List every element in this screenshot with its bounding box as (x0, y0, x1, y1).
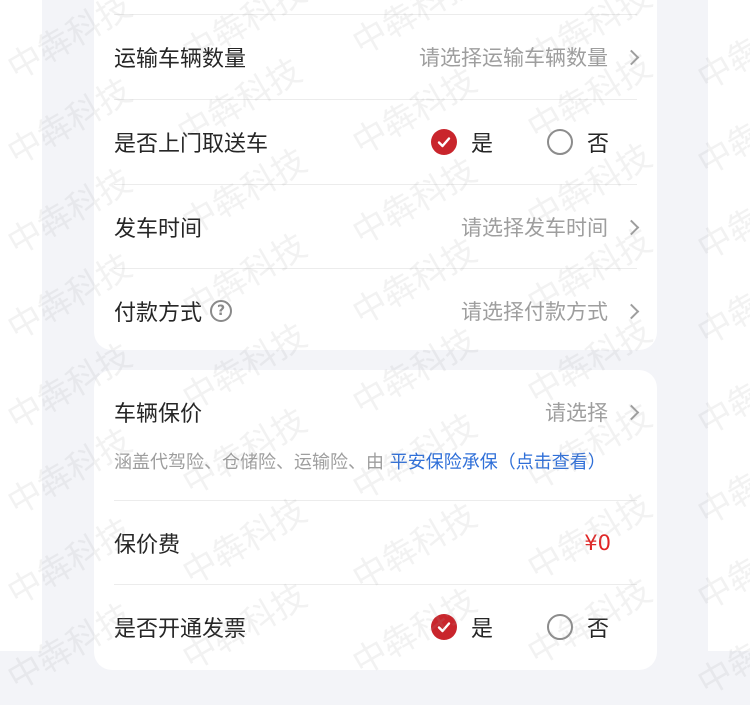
insurance-fee-label: 保价费 (114, 533, 181, 558)
door-pickup-label: 是否上门取送车 (114, 132, 269, 157)
vehicle-count-row[interactable]: 运输车辆数量 请选择运输车辆数量 (114, 15, 640, 99)
vehicle-insurance-placeholder: 请选择 (545, 401, 608, 425)
insurance-note: 涵盖代驾险、仓储险、运输险、由 平安保险承保（点击查看） (114, 448, 606, 474)
vehicle-insurance-row[interactable]: 车辆保价 请选择 (114, 370, 640, 454)
invoice-no-radio[interactable]: 否 (546, 611, 609, 643)
vehicle-count-picker[interactable]: 请选择运输车辆数量 (419, 42, 640, 72)
vehicle-insurance-label: 车辆保价 (114, 402, 203, 427)
empty-circle-icon (546, 614, 573, 640)
transport-options-card: 运输车辆数量 请选择运输车辆数量 是否上门取送车 是 否 发车时间 请选择发车时… (94, 0, 657, 350)
invoice-row: 是否开通发票 是 否 (114, 585, 637, 669)
invoice-label: 是否开通发票 (114, 617, 247, 642)
insurance-fee-value: ¥0 (584, 531, 611, 555)
left-margin-panel (0, 0, 42, 651)
departure-time-placeholder: 请选择发车时间 (461, 216, 608, 240)
vehicle-insurance-picker[interactable]: 请选择 (545, 397, 640, 427)
departure-time-row[interactable]: 发车时间 请选择发车时间 (114, 185, 640, 269)
payment-method-label-group: 付款方式 ? (114, 295, 233, 327)
right-margin-panel (708, 0, 750, 651)
chevron-right-icon (623, 219, 640, 235)
insurance-card: 车辆保价 请选择 涵盖代驾险、仓储险、运输险、由 平安保险承保（点击查看） 保价… (94, 370, 657, 670)
invoice-no-label: 否 (586, 617, 609, 642)
check-circle-icon (430, 129, 457, 155)
door-pickup-no-radio[interactable]: 否 (546, 126, 609, 158)
chevron-right-icon (623, 404, 640, 420)
door-pickup-yes-label: 是 (470, 132, 493, 157)
door-pickup-row: 是否上门取送车 是 否 (114, 100, 637, 184)
empty-circle-icon (546, 129, 573, 155)
vehicle-count-label: 运输车辆数量 (114, 47, 247, 72)
vehicle-count-placeholder: 请选择运输车辆数量 (419, 46, 608, 70)
insurance-fee-row: 保价费 ¥0 (114, 501, 637, 585)
payment-method-picker[interactable]: 请选择付款方式 (461, 296, 640, 326)
departure-time-picker[interactable]: 请选择发车时间 (461, 212, 640, 242)
insurance-note-text: 涵盖代驾险、仓储险、运输险、由 (114, 452, 384, 473)
door-pickup-radio-group: 是 否 (430, 126, 609, 158)
payment-method-placeholder: 请选择付款方式 (461, 300, 608, 324)
departure-time-label: 发车时间 (114, 217, 203, 242)
payment-method-label: 付款方式 (114, 301, 203, 326)
check-circle-icon (430, 614, 457, 640)
payment-method-row[interactable]: 付款方式 ? 请选择付款方式 (114, 269, 640, 353)
door-pickup-yes-radio[interactable]: 是 (430, 126, 493, 158)
question-circle-icon[interactable]: ? (210, 300, 233, 322)
chevron-right-icon (623, 49, 640, 65)
insurance-terms-link[interactable]: 平安保险承保（点击查看） (390, 452, 606, 473)
door-pickup-no-label: 否 (586, 132, 609, 157)
invoice-yes-label: 是 (470, 617, 493, 642)
chevron-right-icon (623, 303, 640, 319)
invoice-yes-radio[interactable]: 是 (430, 611, 493, 643)
invoice-radio-group: 是 否 (430, 611, 609, 643)
